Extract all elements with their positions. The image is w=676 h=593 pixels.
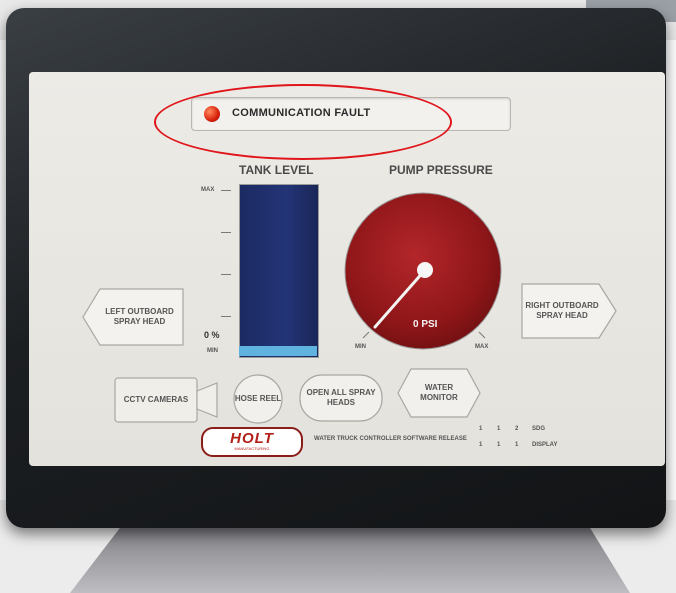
holt-logo: HOLT MANUFACTURING <box>201 427 303 457</box>
release-row1-col3: 2 <box>515 426 519 432</box>
release-row1-label: SDG <box>532 426 546 432</box>
tank-percent-readout: 0 % <box>204 330 220 340</box>
release-row2-col1: 1 <box>479 442 483 448</box>
pump-pressure-readout: 0 PSI <box>413 319 438 330</box>
tank-level-fill <box>239 346 317 356</box>
right-spray-head-button[interactable]: RIGHT OUTBOARD SPRAY HEAD <box>523 283 601 339</box>
release-row1-col2: 1 <box>497 426 501 432</box>
hose-reel-button[interactable]: HOSE REEL <box>233 374 283 424</box>
tank-tick <box>221 232 231 233</box>
release-row2-col3: 1 <box>515 442 519 448</box>
tank-tick <box>221 274 231 275</box>
logo-subtext: MANUFACTURING <box>234 446 270 451</box>
release-row1-col1: 1 <box>479 426 483 432</box>
left-spray-head-button[interactable]: LEFT OUTBOARD SPRAY HEAD <box>97 288 182 346</box>
gauge-min-label: MIN <box>355 344 366 350</box>
tank-level-gauge <box>239 184 319 358</box>
water-monitor-button[interactable]: WATER MONITOR <box>407 368 471 418</box>
logo-text: HOLT <box>230 430 274 447</box>
tank-max-label: MAX <box>201 187 215 193</box>
monitor-stand <box>70 520 630 593</box>
gauge-max-label: MAX <box>475 344 489 350</box>
gauge-hub <box>417 262 433 278</box>
release-row2-label: DISPLAY <box>532 442 558 448</box>
tank-level-title: TANK LEVEL <box>239 163 314 177</box>
cctv-cameras-button[interactable]: CCTV CAMERAS <box>115 378 197 422</box>
tank-tick-max <box>221 190 231 191</box>
gauge-max-tick <box>478 331 486 339</box>
tank-tick <box>221 316 231 317</box>
software-release-label: WATER TRUCK CONTROLLER SOFTWARE RELEASE <box>314 436 467 442</box>
annotation-ellipse <box>154 84 452 160</box>
open-all-spray-heads-button[interactable]: OPEN ALL SPRAY HEADS <box>303 374 379 422</box>
gauge-min-tick <box>362 331 370 339</box>
tank-min-label: MIN <box>207 348 218 354</box>
release-row2-col2: 1 <box>497 442 501 448</box>
